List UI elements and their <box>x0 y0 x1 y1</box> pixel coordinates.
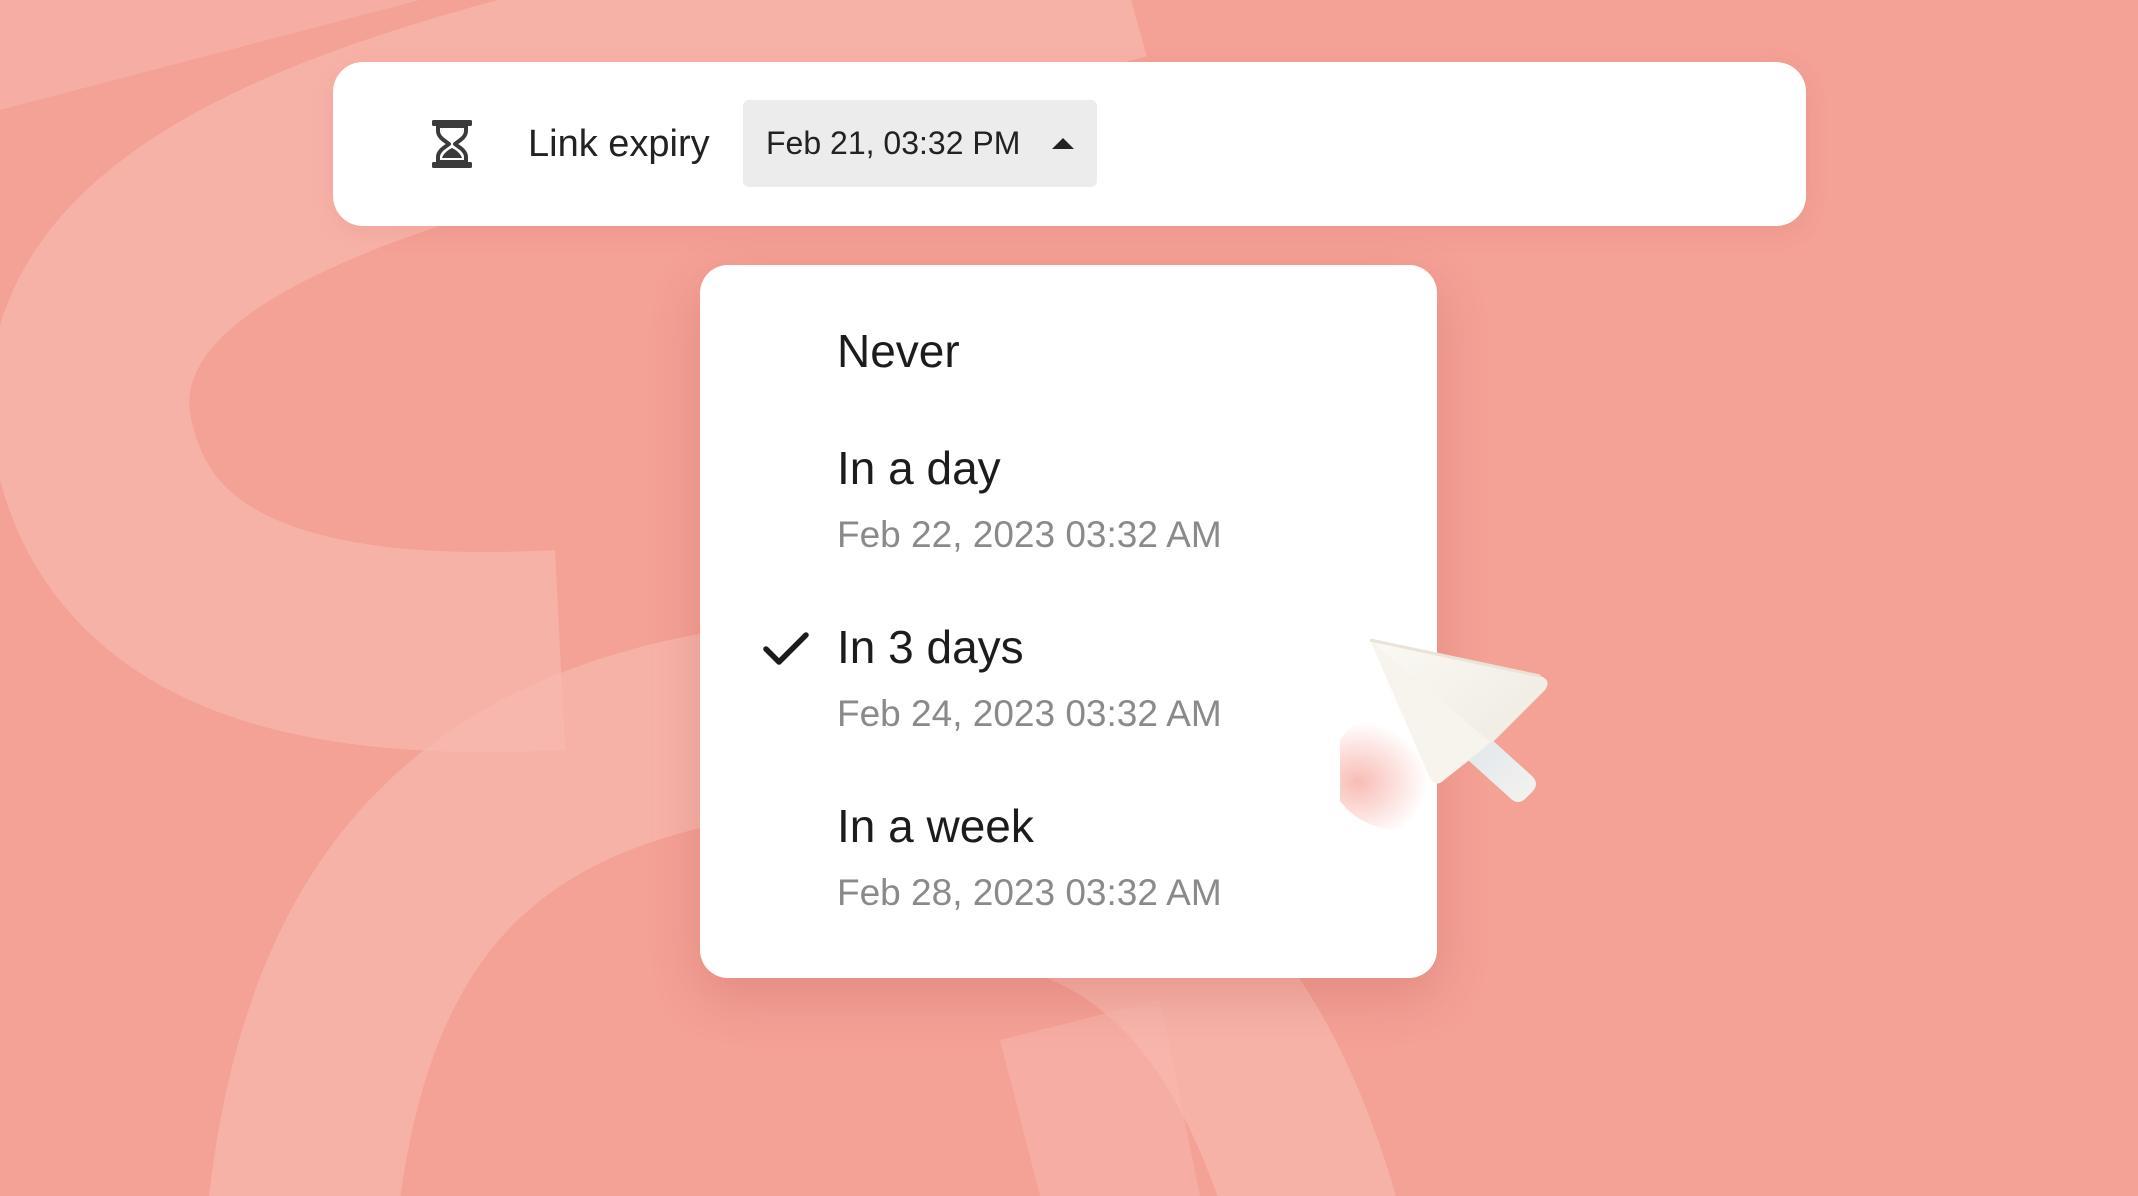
option-date: Feb 22, 2023 03:32 AM <box>837 514 1222 555</box>
expiry-date-value: Feb 21, 03:32 PM <box>766 125 1021 161</box>
option-label: Never <box>837 325 960 377</box>
cursor-pointer-icon <box>1340 638 1548 830</box>
checkmark-icon <box>763 632 809 665</box>
option-date: Feb 24, 2023 03:32 AM <box>837 693 1222 734</box>
expiry-date-select[interactable]: Feb 21, 03:32 PM <box>743 100 1097 187</box>
expiry-options-menu: Never In a day Feb 22, 2023 03:32 AM In … <box>700 265 1437 978</box>
option-in-a-day[interactable]: In a day Feb 22, 2023 03:32 AM <box>700 440 1437 570</box>
option-label: In 3 days <box>837 621 1024 673</box>
link-expiry-label: Link expiry <box>528 123 710 165</box>
option-label: In a week <box>837 800 1034 852</box>
option-label: In a day <box>837 442 1001 494</box>
option-never[interactable]: Never <box>700 323 1437 383</box>
option-in-a-week[interactable]: In a week Feb 28, 2023 03:32 AM <box>700 798 1437 928</box>
option-date: Feb 28, 2023 03:32 AM <box>837 872 1222 913</box>
hourglass-icon <box>432 120 472 168</box>
option-in-3-days[interactable]: In 3 days Feb 24, 2023 03:32 AM <box>700 619 1437 749</box>
caret-up-icon <box>1052 138 1074 149</box>
